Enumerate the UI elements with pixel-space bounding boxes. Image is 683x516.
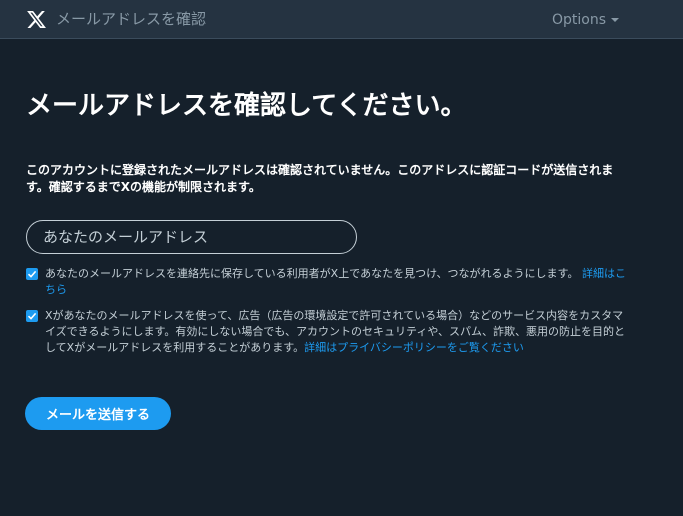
email-field-wrapper	[26, 220, 357, 254]
contacts-consent-checkbox[interactable]	[26, 268, 38, 280]
options-menu-button[interactable]: Options	[552, 10, 620, 30]
description-text: このアカウントに登録されたメールアドレスは確認されていません。このアドレスに認証…	[26, 163, 614, 194]
privacy-policy-link[interactable]: 詳細はプライバシーポリシーをご覧ください	[304, 341, 524, 354]
options-label: Options	[552, 12, 607, 28]
email-input[interactable]	[27, 221, 356, 253]
personalization-consent-checkbox[interactable]	[26, 310, 38, 322]
checkmark-icon	[27, 312, 37, 320]
contacts-consent-text: あなたのメールアドレスを連絡先に保存している利用者がX上であなたを見つけ、つなが…	[45, 266, 631, 298]
send-email-button[interactable]: メールを送信する	[25, 397, 171, 430]
main-content: メールアドレスを確認してください。	[26, 86, 626, 126]
checkmark-icon	[27, 270, 37, 278]
page-title: メールアドレスを確認してください。	[26, 91, 467, 121]
consent-label: あなたのメールアドレスを連絡先に保存している利用者がX上であなたを見つけ、つなが…	[45, 267, 579, 280]
top-bar: メールアドレスを確認 Options	[0, 0, 683, 39]
personalization-consent-text: Xがあなたのメールアドレスを使って、広告（広告の環境設定で許可されている場合）な…	[45, 308, 631, 356]
x-logo-icon	[26, 9, 47, 30]
caret-down-icon	[611, 18, 620, 22]
window-title: メールアドレスを確認	[56, 10, 207, 28]
